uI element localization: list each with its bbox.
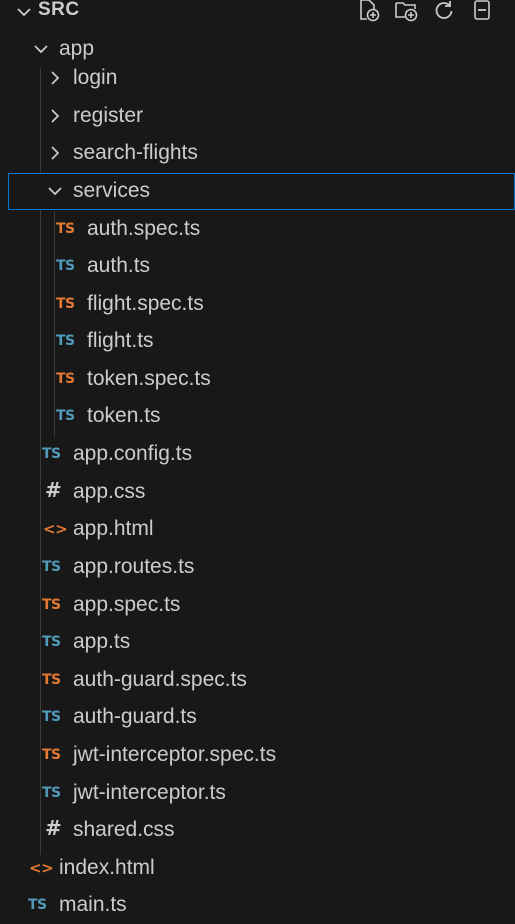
new-file-icon[interactable]: [355, 0, 381, 23]
file-label: auth-guard.ts: [73, 705, 197, 728]
file-app-css[interactable]: # app.css: [0, 474, 515, 511]
file-label: jwt-interceptor.spec.ts: [73, 743, 277, 766]
typescript-file-icon: TS: [42, 446, 61, 462]
new-folder-icon[interactable]: [393, 0, 419, 23]
file-label: flight.spec.ts: [87, 292, 204, 315]
explorer-actions: [355, 0, 495, 23]
file-label: main.ts: [59, 893, 127, 916]
file-app-ts[interactable]: TS app.ts: [0, 624, 515, 661]
typescript-file-icon: TS: [42, 709, 61, 725]
typescript-file-icon: TS: [56, 221, 75, 237]
chevron-right-icon: [51, 71, 60, 85]
file-token-ts[interactable]: TS token.ts: [0, 398, 515, 435]
typescript-file-icon: TS: [56, 296, 75, 312]
typescript-file-icon: TS: [28, 897, 47, 913]
file-label: app.config.ts: [73, 442, 193, 465]
file-label: app.routes.ts: [73, 555, 195, 578]
file-token-spec-ts[interactable]: TS token.spec.ts: [0, 361, 515, 398]
html-file-icon: <>: [43, 520, 68, 538]
src-folder-title: SRC: [38, 0, 80, 20]
folder-register-label: register: [73, 104, 144, 127]
file-auth-spec-ts[interactable]: TS auth.spec.ts: [0, 211, 515, 248]
file-label: token.ts: [87, 404, 161, 427]
css-file-icon: #: [45, 816, 62, 840]
typescript-file-icon: TS: [42, 597, 61, 613]
refresh-icon[interactable]: [431, 0, 457, 23]
chevron-down-icon: [34, 45, 48, 54]
file-label: app.html: [73, 517, 154, 540]
file-app-spec-ts[interactable]: TS app.spec.ts: [0, 587, 515, 624]
folder-search-flights[interactable]: search-flights: [0, 135, 515, 172]
file-label: shared.css: [73, 818, 175, 841]
file-flight-ts[interactable]: TS flight.ts: [0, 323, 515, 360]
file-label: jwt-interceptor.ts: [73, 781, 226, 804]
html-file-icon: <>: [29, 859, 54, 877]
file-app-config-ts[interactable]: TS app.config.ts: [0, 436, 515, 473]
folder-app-label: app: [59, 37, 95, 60]
folder-services-label: services: [73, 179, 151, 202]
file-app-html[interactable]: <> app.html: [0, 511, 515, 548]
file-label: app.spec.ts: [73, 593, 181, 616]
file-auth-ts[interactable]: TS auth.ts: [0, 248, 515, 285]
folder-search-flights-label: search-flights: [73, 141, 198, 164]
typescript-file-icon: TS: [42, 747, 61, 763]
chevron-down-icon: [48, 187, 62, 196]
file-shared-css[interactable]: # shared.css: [0, 812, 515, 849]
typescript-file-icon: TS: [56, 333, 75, 349]
file-label: index.html: [59, 856, 155, 879]
typescript-file-icon: TS: [42, 559, 61, 575]
file-flight-spec-ts[interactable]: TS flight.spec.ts: [0, 286, 515, 323]
typescript-file-icon: TS: [56, 258, 75, 274]
typescript-file-icon: TS: [42, 785, 61, 801]
typescript-file-icon: TS: [42, 634, 61, 650]
file-label: app.ts: [73, 630, 131, 653]
file-label: auth.ts: [87, 254, 151, 277]
folder-login-label: login: [73, 66, 118, 89]
file-label: app.css: [73, 480, 146, 503]
file-index-html[interactable]: <> index.html: [0, 850, 515, 887]
file-auth-guard-spec-ts[interactable]: TS auth-guard.spec.ts: [0, 662, 515, 699]
folder-login[interactable]: login: [0, 60, 515, 97]
file-main-ts[interactable]: TS main.ts: [0, 887, 515, 924]
file-label: auth.spec.ts: [87, 217, 201, 240]
folder-services[interactable]: services: [8, 173, 515, 210]
file-jwt-interceptor-ts[interactable]: TS jwt-interceptor.ts: [0, 775, 515, 812]
typescript-file-icon: TS: [56, 408, 75, 424]
folder-register[interactable]: register: [0, 98, 515, 135]
chevron-right-icon: [51, 109, 60, 123]
explorer-panel: SRC app login register search-flights se…: [0, 0, 515, 924]
css-file-icon: #: [45, 478, 62, 502]
chevron-down-icon[interactable]: [14, 2, 34, 22]
typescript-file-icon: TS: [56, 371, 75, 387]
file-label: flight.ts: [87, 329, 154, 352]
file-label: auth-guard.spec.ts: [73, 668, 247, 691]
file-jwt-interceptor-spec-ts[interactable]: TS jwt-interceptor.spec.ts: [0, 737, 515, 774]
src-folder-header[interactable]: SRC: [0, 0, 515, 30]
collapse-all-icon[interactable]: [469, 0, 495, 23]
file-app-routes-ts[interactable]: TS app.routes.ts: [0, 549, 515, 586]
file-label: token.spec.ts: [87, 367, 211, 390]
typescript-file-icon: TS: [42, 672, 61, 688]
file-auth-guard-ts[interactable]: TS auth-guard.ts: [0, 699, 515, 736]
chevron-right-icon: [51, 146, 60, 160]
